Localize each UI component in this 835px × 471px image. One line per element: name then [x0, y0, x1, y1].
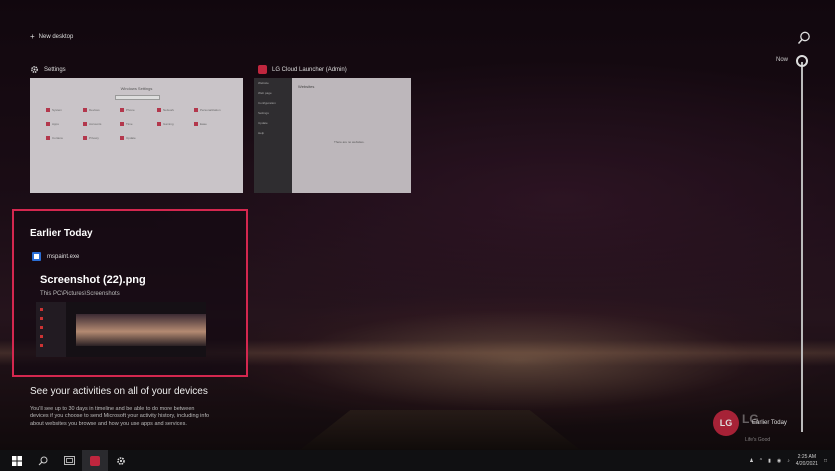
settings-thumb-title: Windows Settings: [120, 86, 153, 91]
lg-thumb-message: There are no websites.: [334, 140, 365, 144]
settings-thumb-search: [115, 95, 160, 100]
activity-file-title: Screenshot (22).png: [40, 274, 146, 286]
settings-tile: Apps: [46, 122, 83, 126]
settings-tile: Accounts: [83, 122, 120, 126]
settings-window-title: Settings: [44, 66, 66, 73]
search-icon[interactable]: [796, 30, 812, 46]
new-desktop-button[interactable]: + New desktop: [30, 32, 73, 41]
lg-thumb-sidebar: Website Web page Configuration Settings …: [254, 78, 292, 193]
windows-logo-icon: [12, 455, 22, 466]
settings-tile: System: [46, 108, 83, 112]
taskbar: ♟ ^ ▮ ◉ ♪ 2:25 AM 4/20/2021 □: [0, 450, 835, 471]
lg-thumb-sidebar-item: Web page: [258, 91, 272, 95]
settings-tile: Time: [120, 122, 157, 126]
system-tray: ♟ ^ ▮ ◉ ♪ 2:25 AM 4/20/2021 □: [749, 450, 835, 471]
lg-thumb-title: Websites: [298, 84, 315, 89]
task-view-button[interactable]: [56, 450, 82, 471]
settings-tiles: System Devices Phone Network Personaliza…: [46, 108, 231, 140]
lg-thumb-sidebar-item: Help: [258, 131, 265, 135]
lg-tagline: Life's Good: [745, 437, 771, 443]
clock-date: 4/20/2021: [795, 460, 818, 467]
lg-logo: LG: [713, 410, 739, 436]
settings-tile: Phone: [120, 108, 157, 112]
gear-icon: [31, 66, 38, 73]
earlier-today-activity-card[interactable]: Earlier Today mspaint.exe Screenshot (22…: [12, 209, 248, 377]
settings-window-thumbnail[interactable]: Windows Settings System Devices Phone Ne…: [30, 78, 243, 193]
task-view-icon: [63, 456, 75, 465]
activities-promo-body: You'll see up to 30 days in timeline and…: [30, 406, 210, 427]
lg-app-icon: [258, 65, 267, 74]
activity-app-row: mspaint.exe: [32, 252, 79, 261]
activities-promo-title: See your activities on all of your devic…: [30, 386, 208, 397]
lg-launcher-window-thumbnail[interactable]: Website Web page Configuration Settings …: [254, 78, 411, 193]
search-icon: [38, 456, 48, 465]
activity-thumbnail[interactable]: [36, 302, 206, 357]
taskbar-clock[interactable]: 2:25 AM 4/20/2021: [796, 454, 818, 467]
taskbar-search-button[interactable]: [30, 450, 56, 471]
timeline-handle[interactable]: [796, 55, 808, 67]
lg-launcher-window-header[interactable]: LG Cloud Launcher (Admin): [258, 65, 347, 74]
lg-thumb-sidebar-item: Settings: [258, 111, 269, 115]
lg-launcher-window-title: LG Cloud Launcher (Admin): [272, 66, 347, 73]
lg-thumb-sidebar-item: Update: [258, 121, 268, 125]
paint-app-icon: [32, 252, 41, 261]
new-desktop-label: New desktop: [38, 33, 74, 40]
settings-tile: Cortana: [46, 136, 83, 140]
clock-time: 2:25 AM: [797, 454, 817, 461]
settings-tile: Privacy: [83, 136, 120, 140]
activity-file-path: This PC\Pictures\Screenshots: [40, 291, 120, 297]
battery-icon[interactable]: ▮: [768, 458, 771, 464]
activity-thumbnail-scene: [76, 314, 206, 346]
timeline-now-label: Now: [776, 57, 789, 63]
settings-tile: Network: [157, 108, 194, 112]
lg-thumb-sidebar-item: Configuration: [258, 101, 276, 105]
people-icon[interactable]: ♟: [749, 458, 753, 464]
activity-app-name: mspaint.exe: [47, 253, 80, 260]
gear-icon: [117, 456, 125, 465]
lg-app-icon: [90, 455, 100, 466]
volume-icon[interactable]: ♪: [787, 458, 790, 464]
start-button[interactable]: [4, 450, 30, 471]
taskbar-lg-app[interactable]: [82, 450, 108, 471]
settings-window-header[interactable]: Settings: [30, 65, 66, 74]
settings-tile: Devices: [83, 108, 120, 112]
lg-wordmark: LG: [742, 412, 759, 426]
network-icon[interactable]: ◉: [777, 458, 781, 464]
taskbar-settings-app[interactable]: [108, 450, 134, 471]
chevron-up-icon[interactable]: ^: [760, 458, 762, 464]
action-center-icon[interactable]: □: [824, 458, 827, 464]
settings-tile: Personalization: [194, 108, 231, 112]
plus-icon: +: [30, 32, 35, 41]
activity-thumbnail-sidebar: [36, 302, 66, 357]
timeline-track[interactable]: [801, 62, 803, 432]
settings-tile: Update: [120, 136, 157, 140]
settings-tile: Gaming: [157, 122, 194, 126]
earlier-today-heading: Earlier Today: [30, 228, 93, 239]
lg-thumb-sidebar-item: Website: [258, 81, 269, 85]
settings-tile: Ease: [194, 122, 231, 126]
